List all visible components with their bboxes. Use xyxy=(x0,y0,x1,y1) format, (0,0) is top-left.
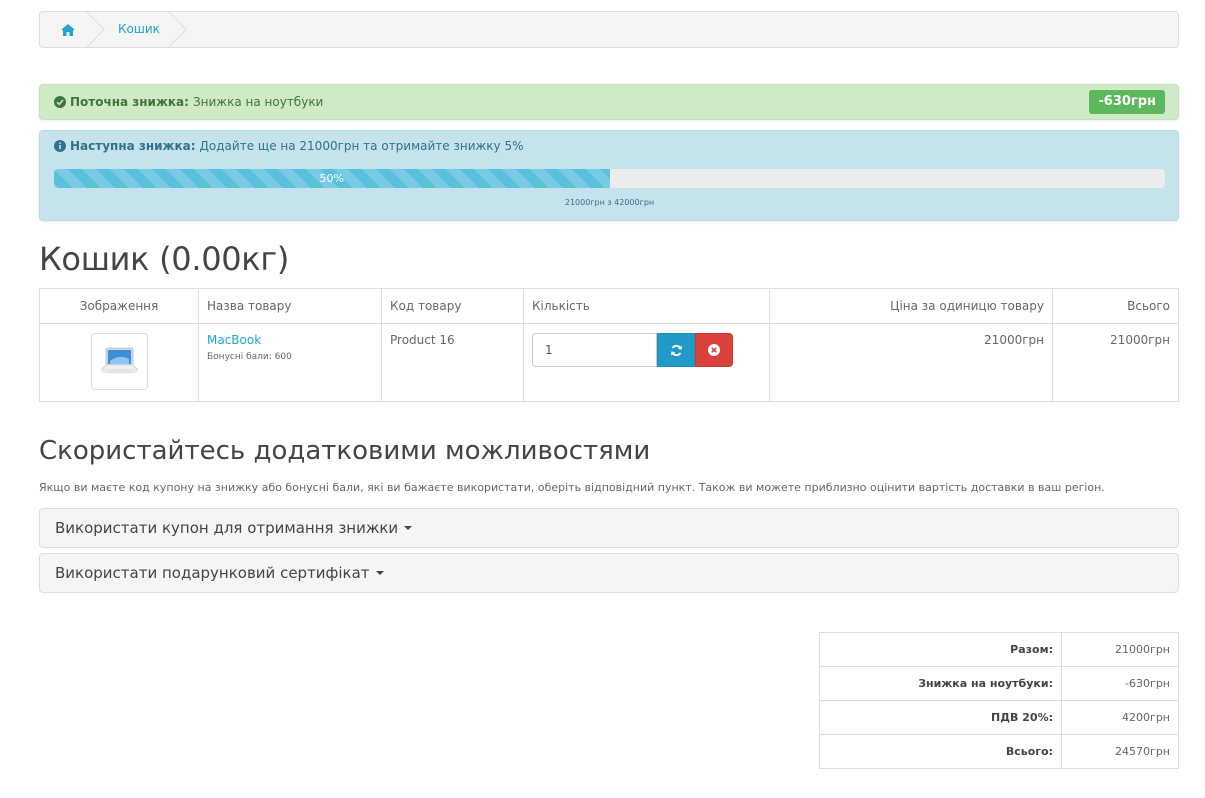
refresh-icon xyxy=(670,344,682,356)
subtotal-value: 21000грн xyxy=(1061,632,1179,667)
cart-table: Зображення Назва товару Код товару Кільк… xyxy=(39,288,1179,402)
breadcrumb: Кошик xyxy=(39,11,1179,48)
voucher-panel-toggle[interactable]: Використати подарунковий сертифікат xyxy=(55,554,384,592)
column-header-image: Зображення xyxy=(39,288,199,324)
remove-circle-icon xyxy=(708,344,720,356)
laptop-thumbnail xyxy=(99,347,139,374)
caret-down-icon xyxy=(404,526,413,530)
next-discount-text: Додайте ще на 21000грн та отримайте зниж… xyxy=(199,139,524,153)
quantity-group xyxy=(532,333,761,367)
column-header-name: Назва товару xyxy=(198,288,382,324)
coupon-panel: Використати купон для отримання знижки xyxy=(39,508,1179,548)
discount-progress: 50% xyxy=(54,169,1165,188)
subtotal-label: Разом: xyxy=(819,632,1062,667)
totals-table: Разом: 21000грн Знижка на ноутбуки: -630… xyxy=(819,632,1179,769)
check-circle-icon xyxy=(54,96,66,108)
product-thumbnail[interactable] xyxy=(90,333,148,390)
discount-value: -630грн xyxy=(1061,666,1179,701)
current-discount-label: Поточна знижка: xyxy=(70,95,189,109)
current-discount-text: Знижка на ноутбуки xyxy=(192,95,324,109)
info-circle-icon xyxy=(54,140,66,152)
grand-total-value: 24570грн xyxy=(1061,734,1179,769)
discount-amount-badge: -630грн xyxy=(1089,90,1165,114)
voucher-panel: Використати подарунковий сертифікат xyxy=(39,553,1179,593)
remove-item-button[interactable] xyxy=(695,333,733,367)
product-total: 21000грн xyxy=(1052,323,1179,402)
voucher-panel-title: Використати подарунковий сертифікат xyxy=(55,564,370,582)
page-title: Кошик (0.00кг) xyxy=(39,240,290,278)
breadcrumb-separator xyxy=(86,11,105,48)
current-discount-alert: Поточна знижка: Знижка на ноутбуки -630г… xyxy=(39,84,1179,120)
column-header-quantity: Кількість xyxy=(523,288,770,324)
product-unit-price: 21000грн xyxy=(769,323,1053,402)
column-header-model: Код товару xyxy=(381,288,524,324)
column-header-total: Всього xyxy=(1052,288,1179,324)
discount-progress-bar: 50% xyxy=(54,169,610,188)
next-discount-label: Наступна знижка: xyxy=(70,139,196,153)
options-heading: Скористайтесь додатковими можливостями xyxy=(39,436,651,466)
product-name-link[interactable]: MacBook xyxy=(207,333,373,347)
totals-row: Знижка на ноутбуки: -630грн xyxy=(819,666,1179,701)
table-header-row: Зображення Назва товару Код товару Кільк… xyxy=(39,288,1179,324)
vat-value: 4200грн xyxy=(1061,700,1179,735)
coupon-panel-title: Використати купон для отримання знижки xyxy=(55,519,399,537)
discount-progress-caption: 21000грн з 42000грн xyxy=(564,198,655,207)
next-discount-alert: Наступна знижка: Додайте ще на 21000грн … xyxy=(39,130,1179,221)
caret-down-icon xyxy=(375,571,384,575)
quantity-input[interactable] xyxy=(532,333,657,367)
breadcrumb-separator xyxy=(168,11,187,48)
table-row: MacBook Бонусні бали: 600 Product 16 1 2… xyxy=(39,323,1179,402)
coupon-panel-toggle[interactable]: Використати купон для отримання знижки xyxy=(55,509,413,547)
vat-label: ПДВ 20%: xyxy=(819,700,1062,735)
totals-row: Разом: 21000грн xyxy=(819,632,1179,667)
totals-row: Всього: 24570грн xyxy=(819,734,1179,769)
totals-row: ПДВ 20%: 4200грн xyxy=(819,700,1179,735)
options-description: Якщо ви маєте код купону на знижку або б… xyxy=(39,481,1105,494)
grand-total-label: Всього: xyxy=(819,734,1062,769)
product-reward-points: Бонусні бали: 600 xyxy=(207,352,292,362)
discount-label: Знижка на ноутбуки: xyxy=(819,666,1062,701)
update-quantity-button[interactable] xyxy=(657,333,695,367)
product-model: Product 16 xyxy=(381,323,524,402)
breadcrumb-cart-link[interactable]: Кошик xyxy=(118,12,160,47)
column-header-unit-price: Ціна за одиницю товару xyxy=(769,288,1053,324)
home-icon xyxy=(61,23,75,36)
